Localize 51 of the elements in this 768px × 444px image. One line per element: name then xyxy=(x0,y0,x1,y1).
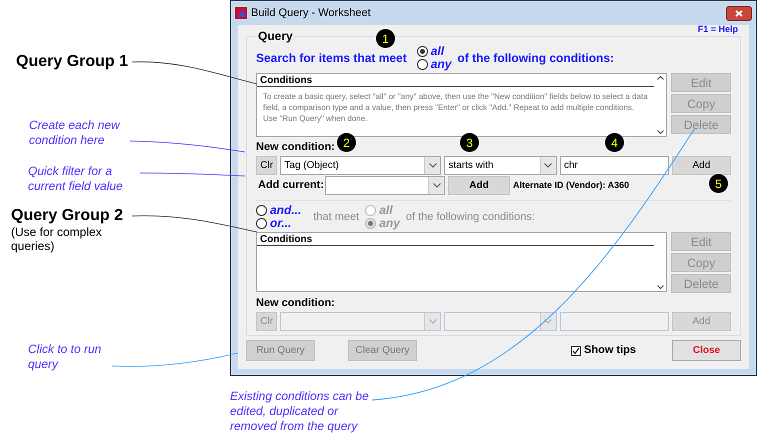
radio-button[interactable] xyxy=(416,46,428,57)
radio-label: any xyxy=(379,217,400,230)
match-prompt: that meet xyxy=(313,210,360,225)
radio-button[interactable] xyxy=(416,59,428,70)
callout-heading: Query Group 2 xyxy=(11,206,124,225)
add-button[interactable]: Add xyxy=(672,156,731,175)
list-header: Conditions xyxy=(257,74,654,87)
field-dropdown[interactable] xyxy=(280,312,442,331)
field-dropdown[interactable]: Tag (Object) xyxy=(280,156,442,175)
chevron-down-icon xyxy=(544,163,552,168)
list-header: Conditions xyxy=(257,233,654,246)
close-icon xyxy=(735,10,743,16)
conditions-list[interactable] xyxy=(256,73,668,137)
callout-note: Create each new condition here xyxy=(29,118,122,148)
scroll-down-icon[interactable] xyxy=(656,285,664,289)
new-condition-label: New condition: xyxy=(256,141,335,154)
match-suffix: of the following conditions: xyxy=(406,210,535,225)
add-current-label: Add current: xyxy=(257,178,322,194)
callout-note: Click to to run query xyxy=(28,342,102,372)
radio-label: any xyxy=(430,58,452,71)
app-logo-icon xyxy=(235,7,247,19)
callout-note: Existing conditions can be edited, duplicated or removed from the query xyxy=(230,389,370,434)
add-current-button[interactable]: Add xyxy=(448,176,510,195)
clear-button[interactable]: Clr xyxy=(256,156,278,175)
callout-subtext: (Use for complex queries) xyxy=(11,225,103,253)
radio-label: all xyxy=(430,45,444,58)
callout-note: Quick filter for a current field value xyxy=(28,164,124,194)
close-window-button[interactable] xyxy=(726,6,752,20)
tip-text: To create a basic query, select "all" or "any" above, then use the "New condition" fields below to select a data field, a comparison type and a value, then press "Enter" or click "Add." Repeat to add multiple conditions. Use "Run Query" when done. xyxy=(262,91,649,124)
callout-heading: Query Group 1 xyxy=(16,52,128,71)
checkbox[interactable] xyxy=(571,346,582,356)
checkbox-label: Show tips xyxy=(584,343,636,358)
chevron-down-icon xyxy=(432,183,440,188)
help-hint: F1 = Help xyxy=(698,23,738,36)
scroll-up-icon[interactable] xyxy=(656,76,664,80)
comparison-dropdown[interactable]: starts with xyxy=(444,156,557,175)
value-field[interactable] xyxy=(560,312,669,331)
match-suffix: of the following conditions: xyxy=(457,50,614,67)
chevron-down-icon xyxy=(544,319,552,324)
match-prompt: Search for items that meet xyxy=(256,50,407,67)
window-title: Build Query - Worksheet xyxy=(251,6,372,21)
radio-label: or... xyxy=(270,217,292,230)
chevron-down-icon xyxy=(428,319,437,324)
value-field[interactable]: chr xyxy=(560,156,669,175)
radio-label: all xyxy=(379,204,393,217)
chevron-down-icon xyxy=(428,163,437,168)
close-button[interactable]: Close xyxy=(672,340,741,361)
scroll-down-icon[interactable] xyxy=(656,130,664,134)
radio-label: and... xyxy=(270,204,302,217)
current-value-text: Alternate ID (Vendor): A360 xyxy=(513,178,630,192)
new-condition-label: New condition: xyxy=(256,297,335,310)
